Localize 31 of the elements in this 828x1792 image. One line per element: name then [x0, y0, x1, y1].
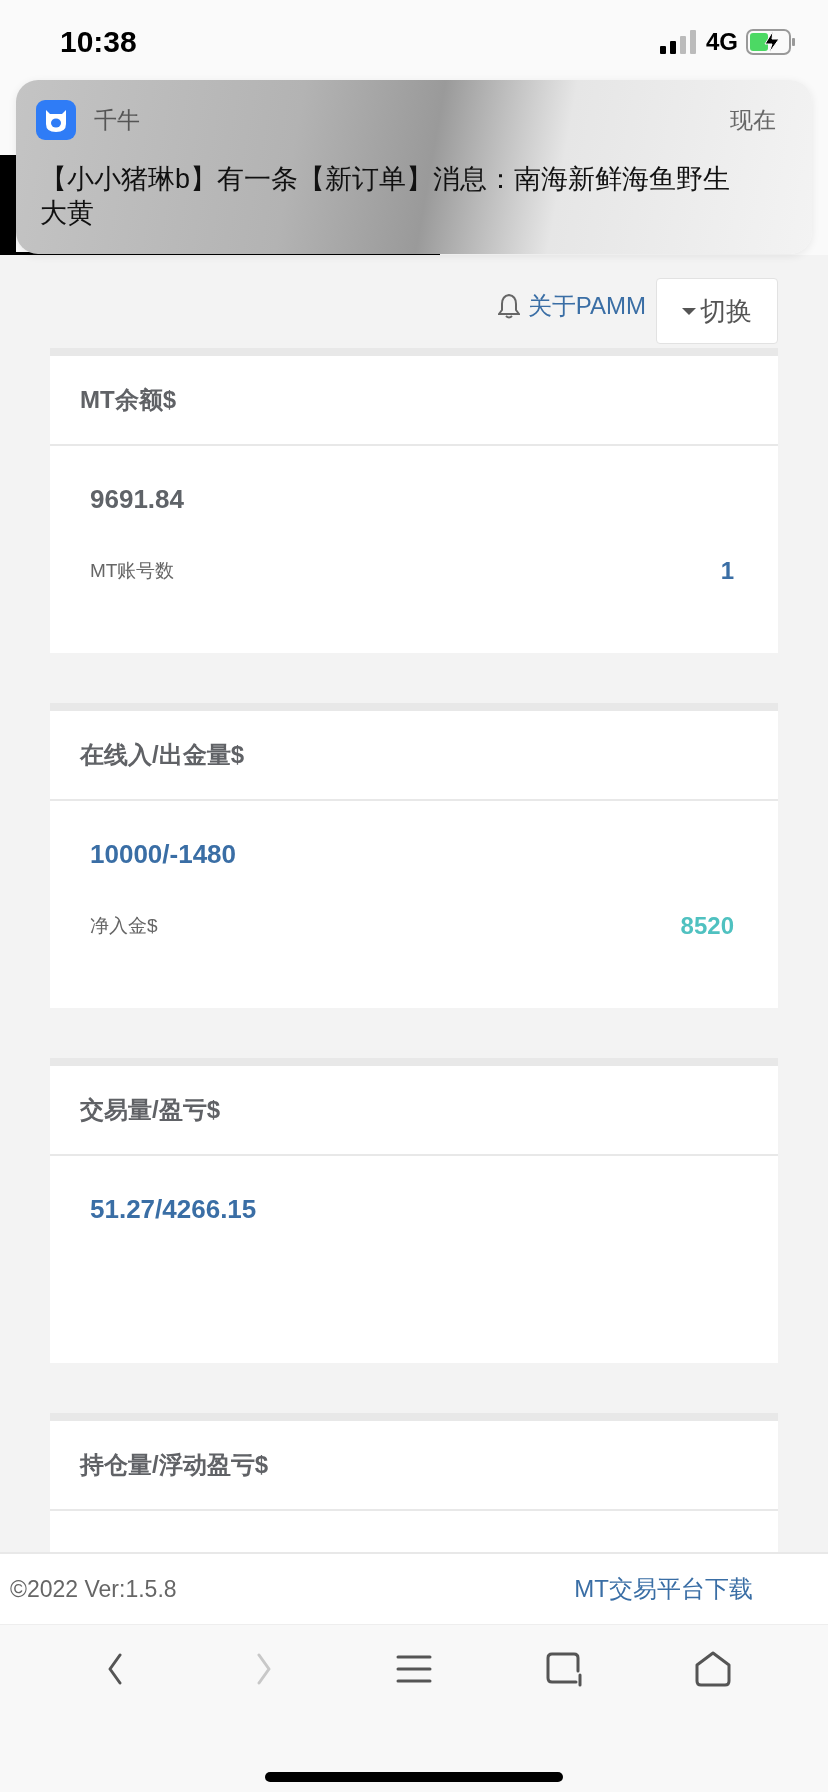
card-title: 交易量/盈亏$	[50, 1066, 778, 1156]
battery-charging-icon	[746, 29, 796, 55]
card-value: 10000/-1480	[90, 839, 237, 870]
stat-label: 净入金$	[90, 914, 158, 938]
notification-time: 现在	[730, 105, 776, 135]
notification-message: 【小小猪琳b】有一条【新订单】消息：南海新鲜海鱼野生大黄	[40, 163, 732, 230]
back-icon	[107, 1653, 122, 1685]
copyright-text: ©2022 Ver:1.5.8	[10, 1575, 177, 1603]
network-label: 4G	[706, 28, 738, 56]
stat-value: 1	[720, 557, 734, 585]
card-title: MT余额$	[50, 356, 778, 446]
switch-button[interactable]: 切换	[656, 278, 778, 344]
tabs-icon	[545, 1651, 582, 1687]
download-link[interactable]: MT交易平台下载	[574, 1573, 753, 1605]
stat-value: 8520	[680, 912, 734, 940]
pamm-link[interactable]: 关于PAMM	[527, 290, 646, 322]
card-value: 51.27/4266.15	[90, 1194, 257, 1225]
signal-icon	[660, 30, 698, 54]
card-title: 持仓量/浮动盈亏$	[50, 1421, 778, 1511]
app-icon	[36, 100, 76, 140]
home-button[interactable]	[693, 1649, 734, 1689]
forward-icon	[257, 1653, 272, 1685]
home-icon	[695, 1651, 732, 1687]
caret-icon	[682, 307, 696, 315]
menu-icon	[396, 1655, 432, 1683]
stat-label: MT账号数	[90, 559, 175, 583]
card-title: 在线入/出金量$	[50, 711, 778, 801]
bell-icon	[497, 293, 520, 319]
clock-time: 10:38	[60, 25, 138, 59]
app-name: 千牛	[94, 105, 141, 135]
card-value: 9691.84	[90, 484, 184, 515]
